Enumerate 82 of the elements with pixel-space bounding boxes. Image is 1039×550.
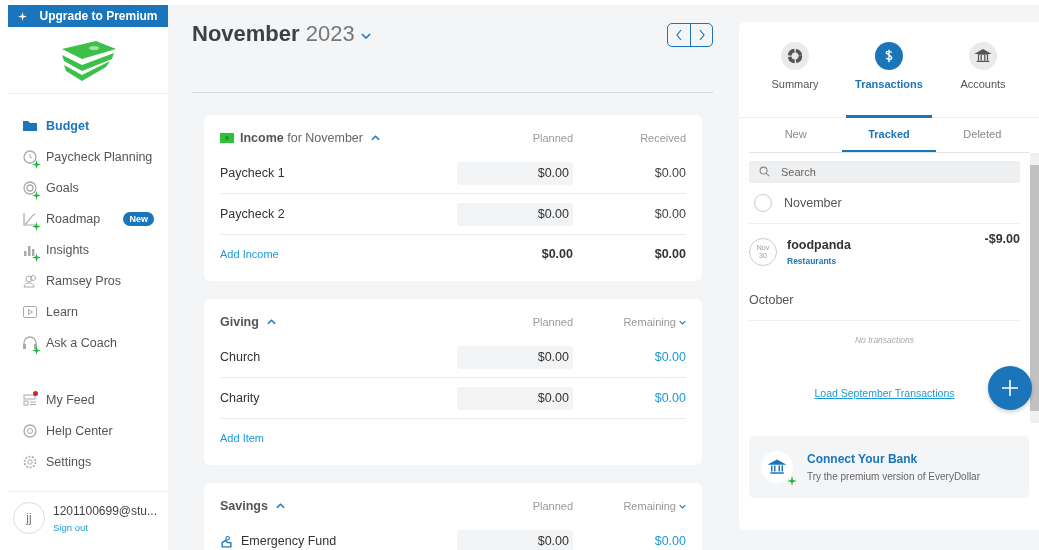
empty-message: No transactions	[853, 335, 916, 345]
sparkle-icon	[18, 11, 28, 21]
item-name: Emergency Fund	[241, 534, 337, 548]
scrollbar[interactable]	[1030, 153, 1039, 423]
month-heading: October	[749, 293, 794, 307]
plus-icon	[1000, 378, 1020, 398]
column-header: Received	[639, 132, 686, 144]
people-icon	[22, 272, 38, 289]
lifebuoy-icon	[22, 422, 38, 439]
connect-bank-title: Connect Your Bank	[807, 452, 919, 466]
column-header: Planned	[531, 132, 573, 144]
transaction-amount: -$9.00	[984, 232, 1020, 246]
chart-line-icon	[22, 210, 38, 227]
chevron-down-icon	[360, 33, 371, 39]
nav-item[interactable]: Goals	[8, 172, 168, 203]
clock-icon	[22, 148, 38, 165]
total-amount: $0.00	[540, 247, 573, 261]
nav-item[interactable]: Settings	[8, 446, 168, 477]
section-title: Income for November	[240, 131, 363, 145]
month-heading: November	[784, 196, 842, 210]
nav-item[interactable]: Ask a Coach	[8, 327, 168, 358]
merchant-name: foodpanda	[787, 238, 852, 252]
collapse-icon[interactable]	[275, 503, 285, 509]
headset-icon	[22, 334, 38, 351]
bank-icon	[974, 47, 992, 65]
nav-item[interactable]: Budget	[8, 110, 168, 141]
bank-icon	[768, 458, 786, 476]
collapse-icon[interactable]	[266, 319, 276, 325]
connect-bank-subtitle: Try the premium version of EveryDollar	[807, 471, 980, 482]
collapse-icon[interactable]	[370, 135, 380, 141]
nav-item[interactable]: Paycheck Planning	[8, 141, 168, 172]
play-icon	[22, 303, 38, 320]
user-email: 1201100699@stu...	[53, 503, 158, 518]
chevron-right-icon	[697, 29, 706, 41]
planned-amount-field[interactable]: $0.00	[457, 161, 573, 185]
subtab[interactable]: New	[749, 118, 843, 152]
planned-amount-field[interactable]: $0.00	[457, 386, 573, 410]
target-icon	[22, 179, 38, 196]
planned-amount-field[interactable]: $0.00	[457, 529, 573, 550]
nav-item[interactable]: Help Center	[8, 415, 168, 446]
upgrade-button[interactable]: Upgrade to Premium	[8, 5, 168, 27]
connect-bank-card[interactable]: Connect Your Bank Try the premium version of EveryDollar	[749, 436, 1029, 498]
sparkle-icon	[787, 476, 797, 486]
subtab[interactable]: Deleted	[935, 118, 1029, 152]
item-name: Paycheck 2	[220, 207, 285, 221]
money-icon	[220, 133, 234, 143]
amount: $0.00	[653, 207, 686, 221]
new-badge: New	[123, 211, 154, 226]
nav-item[interactable]: Learn	[8, 296, 168, 327]
chevron-down-icon	[679, 319, 686, 325]
month-picker[interactable]: November 2023	[192, 21, 371, 47]
section-title: Giving	[220, 315, 259, 329]
item-name: Charity	[220, 391, 260, 405]
panel-tab[interactable]: Summary	[752, 42, 838, 118]
add-button[interactable]	[988, 366, 1032, 410]
nav-item[interactable]: My Feed	[8, 384, 168, 415]
amount: $0.00	[653, 350, 686, 364]
panel-tab[interactable]: Accounts	[940, 42, 1026, 118]
search-field[interactable]: Search	[749, 161, 1020, 183]
subtab[interactable]: Tracked	[842, 118, 936, 152]
amount: $0.00	[653, 391, 686, 405]
nav-item[interactable]: Roadmap New	[8, 203, 168, 234]
feed-icon	[22, 391, 38, 408]
amount: $0.00	[653, 166, 686, 180]
item-name: Paycheck 1	[220, 166, 285, 180]
search-icon	[759, 166, 770, 177]
nav-item[interactable]: Insights	[8, 234, 168, 265]
settings-icon	[22, 453, 38, 470]
column-header: Planned	[531, 500, 573, 512]
panel-tab[interactable]: Transactions	[846, 42, 932, 118]
nav-item[interactable]: Ramsey Pros	[8, 265, 168, 296]
amount: $0.00	[653, 534, 686, 548]
total-amount: $0.00	[653, 247, 686, 261]
category-link[interactable]: Restaurants	[787, 256, 975, 266]
chevron-down-icon	[679, 503, 686, 509]
item-name: Church	[220, 350, 261, 364]
section-title: Savings	[220, 499, 268, 513]
planned-amount-field[interactable]: $0.00	[457, 202, 573, 226]
column-header: Planned	[531, 316, 573, 328]
donut-icon	[786, 47, 804, 65]
chevron-left-icon	[675, 29, 683, 41]
planned-amount-field[interactable]: $0.00	[457, 345, 573, 369]
